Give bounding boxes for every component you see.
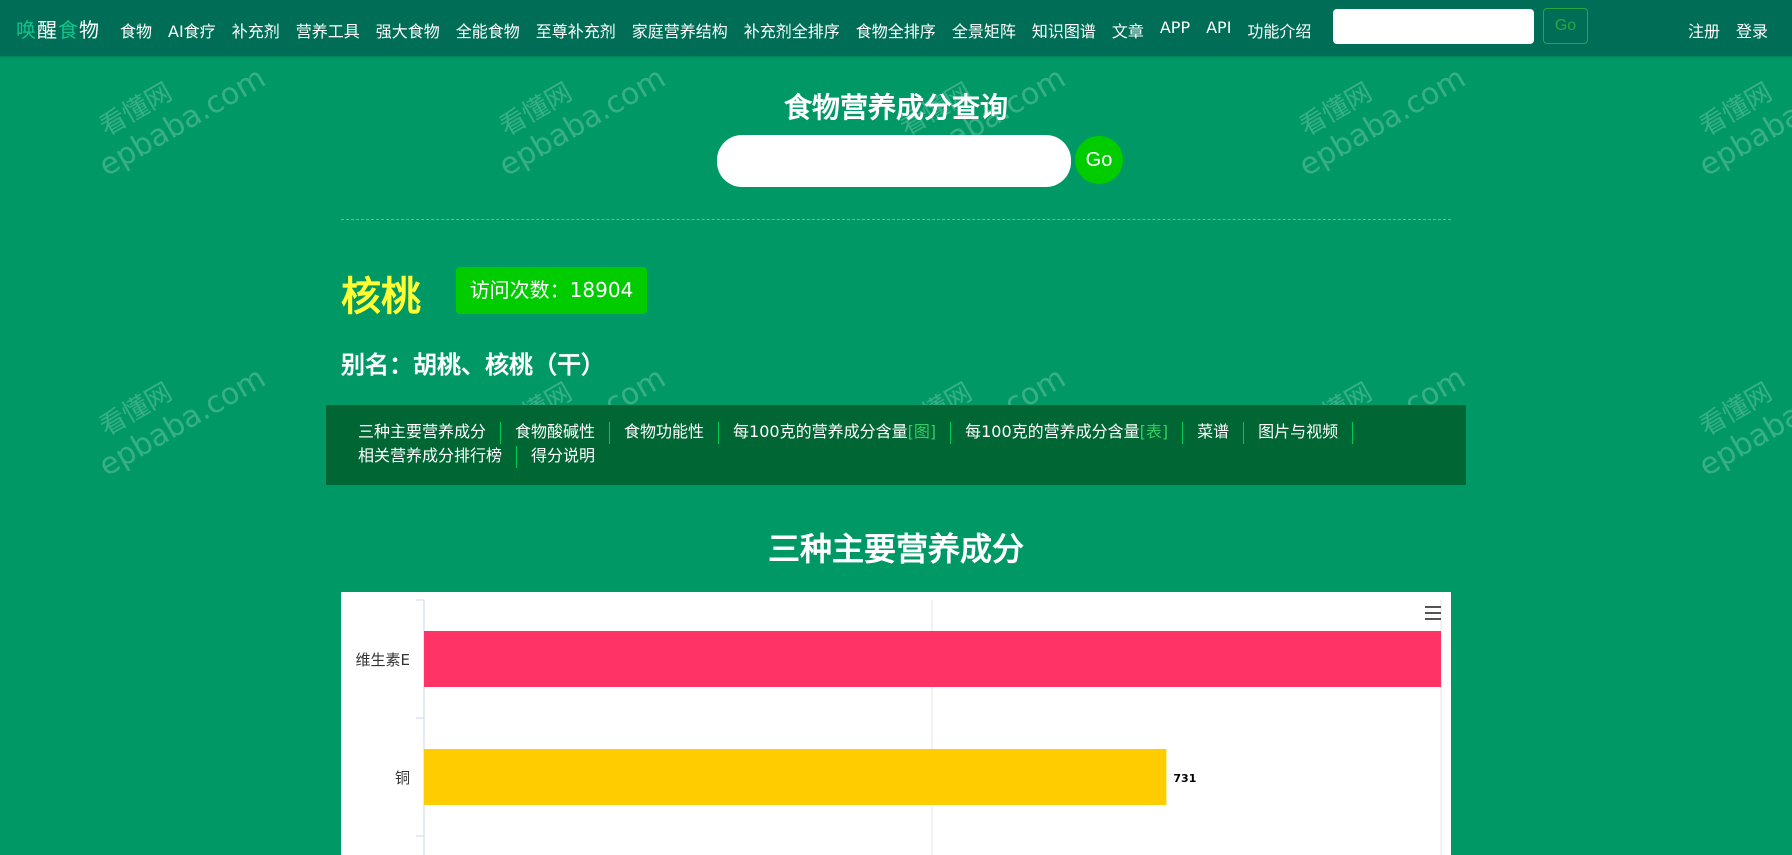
nav-link-supplements[interactable]: 补充剂: [232, 18, 280, 42]
logo-char-3: 食: [58, 18, 79, 42]
site-logo[interactable]: 唤醒食物: [16, 14, 100, 43]
divider: [341, 219, 1451, 220]
page-title: 食物营养成分查询: [783, 91, 1008, 124]
chart-canvas: 维生素E 铜 731: [356, 599, 1442, 855]
nav-link-food-ranking[interactable]: 食物全排序: [856, 18, 936, 42]
section-link-label: 得分说明: [531, 446, 596, 465]
section-link-main-nutrients[interactable]: 三种主要营养成分: [358, 420, 486, 444]
section-link-nutrients-chart[interactable]: 每100克的营养成分含量[图]: [733, 420, 936, 444]
nav-link-all-round-foods[interactable]: 全能食物: [456, 18, 520, 42]
nav-link-supreme-supplements[interactable]: 至尊补充剂: [536, 18, 616, 42]
chart-bar: [424, 749, 1167, 805]
section-link-label: 相关营养成分排行榜: [358, 446, 503, 465]
separator: [950, 421, 952, 444]
login-link[interactable]: 登录: [1736, 18, 1768, 42]
nav-link-nutrition-tools[interactable]: 营养工具: [296, 18, 360, 42]
nav-link-food[interactable]: 食物: [120, 18, 152, 42]
section-link-acid-base[interactable]: 食物酸碱性: [515, 420, 595, 444]
food-name: 核桃: [341, 274, 421, 320]
separator: [1182, 421, 1184, 444]
nav-link-power-foods[interactable]: 强大食物: [376, 18, 440, 42]
nav-link-family-nutrition[interactable]: 家庭营养结构: [632, 18, 728, 42]
logo-char-1: 唤: [16, 18, 37, 42]
watermark-text: 看懂网: [1694, 377, 1778, 443]
section-link-label: 三种主要营养成分: [358, 422, 487, 441]
section-link-nutrients-table[interactable]: 每100克的营养成分含量[表]: [965, 420, 1168, 444]
chart-data-label: 731: [1173, 772, 1196, 785]
nav-link-knowledge-graph[interactable]: 知识图谱: [1032, 18, 1096, 42]
section-link-functionality[interactable]: 食物功能性: [624, 420, 704, 444]
section-link-rankings[interactable]: 相关营养成分排行榜: [358, 444, 502, 468]
register-link[interactable]: 注册: [1688, 18, 1720, 42]
nav-link-api[interactable]: API: [1206, 18, 1231, 42]
nav-link-ai-diet[interactable]: AI食疗: [168, 18, 216, 42]
watermark: 看懂网epbaba.com: [74, 328, 272, 484]
section-link-label: 每100克的营养成分含量: [733, 422, 908, 441]
nav-link-supplement-ranking[interactable]: 补充剂全排序: [744, 18, 840, 42]
section-link-score-explanation[interactable]: 得分说明: [531, 444, 595, 468]
section-link-tag: [表]: [1139, 422, 1169, 441]
nav-link-features[interactable]: 功能介绍: [1247, 18, 1311, 42]
food-search-input[interactable]: [717, 135, 1071, 187]
watermark: 看懂网epbaba.com: [1674, 328, 1792, 483]
food-alias: 别名：胡桃、核桃（干）: [341, 351, 605, 379]
chart-category-label: 维生素E: [356, 651, 410, 669]
section-nav: 三种主要营养成分 食物酸碱性 食物功能性 每100克的营养成分含量[图] 每100克的营…: [326, 405, 1466, 485]
section-link-label: 食物功能性: [624, 422, 705, 441]
section-link-label: 图片与视频: [1258, 422, 1339, 441]
nav-link-articles[interactable]: 文章: [1112, 18, 1144, 42]
nav-link-panorama-matrix[interactable]: 全景矩阵: [952, 18, 1016, 42]
separator: [500, 421, 502, 444]
separator: [609, 421, 611, 444]
main-nav-links: 食物 AI食疗 补充剂 营养工具 强大食物 全能食物 至尊补充剂 家庭营养结构 …: [120, 18, 1327, 42]
nav-search-input[interactable]: [1333, 9, 1534, 44]
logo-char-4: 物: [79, 18, 100, 42]
separator: [516, 445, 518, 468]
section-link-tag: [图]: [907, 422, 937, 441]
nav-link-app[interactable]: APP: [1160, 18, 1190, 42]
visit-count-badge: 访问次数：18904: [456, 267, 647, 314]
separator: [718, 421, 720, 444]
separator: [1352, 421, 1354, 444]
watermark-url: epbaba.com: [92, 360, 272, 484]
section-link-media[interactable]: 图片与视频: [1258, 420, 1338, 444]
chart-category-label: 铜: [395, 769, 410, 787]
logo-char-2: 醒: [37, 18, 58, 42]
section-link-recipes[interactable]: 菜谱: [1197, 420, 1229, 444]
top-navbar: 唤醒食物 食物 AI食疗 补充剂 营养工具 强大食物 全能食物 至尊补充剂 家庭…: [0, 0, 1792, 56]
separator: [1243, 421, 1245, 444]
section-link-label: 食物酸碱性: [515, 422, 596, 441]
section-nav-row: 相关营养成分排行榜 得分说明: [358, 444, 1441, 468]
hamburger-menu-icon[interactable]: [1425, 606, 1441, 620]
watermark-text: 看懂网: [94, 377, 178, 443]
food-search-go-button[interactable]: Go: [1075, 136, 1123, 184]
watermark-url: epbaba.com: [1692, 360, 1792, 484]
nav-go-button[interactable]: Go: [1543, 8, 1588, 44]
section-link-label: 每100克的营养成分含量: [965, 422, 1140, 441]
chart-bar: [424, 631, 1441, 687]
section-title: 三种主要营养成分: [767, 530, 1024, 568]
section-link-label: 菜谱: [1197, 422, 1230, 441]
section-nav-row: 三种主要营养成分 食物酸碱性 食物功能性 每100克的营养成分含量[图] 每100克的营…: [358, 420, 1441, 444]
nutrient-bar-chart: 维生素E 铜 731: [341, 592, 1451, 855]
